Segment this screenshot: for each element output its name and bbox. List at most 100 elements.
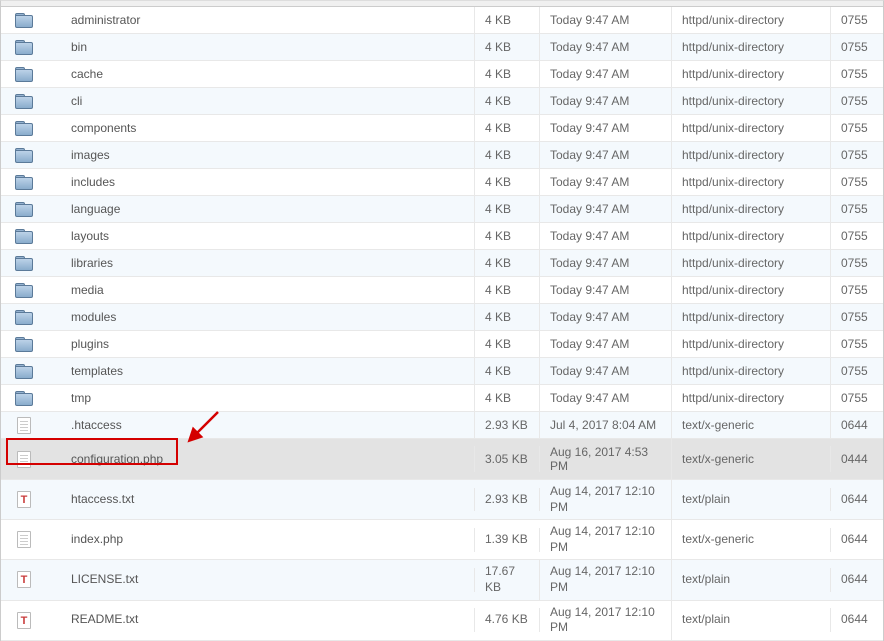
file-name[interactable]: components bbox=[61, 115, 475, 141]
file-permissions: 0444 bbox=[831, 446, 883, 472]
file-modified: Today 9:47 AM bbox=[540, 88, 672, 114]
file-name[interactable]: libraries bbox=[61, 250, 475, 276]
file-mimetype: httpd/unix-directory bbox=[672, 142, 831, 168]
file-modified: Aug 14, 2017 12:10 PM bbox=[540, 520, 672, 559]
table-row[interactable]: cache4 KBToday 9:47 AMhttpd/unix-directo… bbox=[1, 61, 883, 88]
generic-file-icon bbox=[17, 417, 31, 434]
file-name[interactable]: templates bbox=[61, 358, 475, 384]
file-type-icon bbox=[9, 306, 39, 328]
file-name[interactable]: administrator bbox=[61, 7, 475, 33]
folder-icon bbox=[15, 67, 33, 81]
file-name[interactable]: includes bbox=[61, 169, 475, 195]
file-type-icon bbox=[9, 252, 39, 274]
file-permissions: 0644 bbox=[831, 488, 883, 512]
file-name[interactable]: .htaccess bbox=[61, 412, 475, 438]
file-name[interactable]: README.txt bbox=[61, 608, 475, 632]
table-row[interactable]: components4 KBToday 9:47 AMhttpd/unix-di… bbox=[1, 115, 883, 142]
file-mimetype: httpd/unix-directory bbox=[672, 250, 831, 276]
table-row[interactable]: includes4 KBToday 9:47 AMhttpd/unix-dire… bbox=[1, 169, 883, 196]
table-row[interactable]: plugins4 KBToday 9:47 AMhttpd/unix-direc… bbox=[1, 331, 883, 358]
file-permissions: 0755 bbox=[831, 115, 883, 141]
table-row[interactable]: tmp4 KBToday 9:47 AMhttpd/unix-directory… bbox=[1, 385, 883, 412]
folder-icon bbox=[15, 391, 33, 405]
file-size: 1.39 KB bbox=[475, 528, 540, 552]
file-size: 4 KB bbox=[475, 196, 540, 222]
file-name[interactable]: plugins bbox=[61, 331, 475, 357]
file-mimetype: text/x-generic bbox=[672, 446, 831, 472]
file-manager: administrator4 KBToday 9:47 AMhttpd/unix… bbox=[0, 0, 884, 641]
file-modified: Today 9:47 AM bbox=[540, 61, 672, 87]
file-type-icon bbox=[9, 36, 39, 58]
file-permissions: 0755 bbox=[831, 277, 883, 303]
table-row[interactable]: libraries4 KBToday 9:47 AMhttpd/unix-dir… bbox=[1, 250, 883, 277]
file-size: 4 KB bbox=[475, 304, 540, 330]
file-name[interactable]: images bbox=[61, 142, 475, 168]
file-modified: Today 9:47 AM bbox=[540, 277, 672, 303]
table-row[interactable]: htaccess.txt2.93 KBAug 14, 2017 12:10 PM… bbox=[1, 480, 883, 520]
table-row[interactable]: index.php1.39 KBAug 14, 2017 12:10 PMtex… bbox=[1, 520, 883, 560]
file-name[interactable]: htaccess.txt bbox=[61, 488, 475, 512]
table-row[interactable]: configuration.php3.05 KBAug 16, 2017 4:5… bbox=[1, 439, 883, 480]
file-name[interactable]: index.php bbox=[61, 528, 475, 552]
table-row[interactable]: README.txt4.76 KBAug 14, 2017 12:10 PMte… bbox=[1, 601, 883, 641]
file-name[interactable]: modules bbox=[61, 304, 475, 330]
file-type-icon bbox=[9, 144, 39, 166]
file-permissions: 0755 bbox=[831, 358, 883, 384]
table-row[interactable]: LICENSE.txt17.67 KBAug 14, 2017 12:10 PM… bbox=[1, 560, 883, 600]
file-name[interactable]: layouts bbox=[61, 223, 475, 249]
file-mimetype: httpd/unix-directory bbox=[672, 277, 831, 303]
file-mimetype: httpd/unix-directory bbox=[672, 61, 831, 87]
folder-icon bbox=[15, 148, 33, 162]
table-row[interactable]: bin4 KBToday 9:47 AMhttpd/unix-directory… bbox=[1, 34, 883, 61]
file-size: 4 KB bbox=[475, 169, 540, 195]
file-mimetype: httpd/unix-directory bbox=[672, 358, 831, 384]
table-row[interactable]: cli4 KBToday 9:47 AMhttpd/unix-directory… bbox=[1, 88, 883, 115]
table-row[interactable]: layouts4 KBToday 9:47 AMhttpd/unix-direc… bbox=[1, 223, 883, 250]
table-row[interactable]: media4 KBToday 9:47 AMhttpd/unix-directo… bbox=[1, 277, 883, 304]
file-permissions: 0755 bbox=[831, 169, 883, 195]
table-row[interactable]: administrator4 KBToday 9:47 AMhttpd/unix… bbox=[1, 7, 883, 34]
table-row[interactable]: templates4 KBToday 9:47 AMhttpd/unix-dir… bbox=[1, 358, 883, 385]
file-modified: Aug 14, 2017 12:10 PM bbox=[540, 560, 672, 599]
file-modified: Today 9:47 AM bbox=[540, 385, 672, 411]
file-type-icon bbox=[9, 279, 39, 301]
file-mimetype: httpd/unix-directory bbox=[672, 304, 831, 330]
file-name[interactable]: cli bbox=[61, 88, 475, 114]
file-name[interactable]: cache bbox=[61, 61, 475, 87]
file-size: 4 KB bbox=[475, 250, 540, 276]
file-name[interactable]: configuration.php bbox=[61, 446, 475, 472]
file-modified: Today 9:47 AM bbox=[540, 331, 672, 357]
file-type-icon bbox=[9, 447, 39, 472]
folder-icon bbox=[15, 94, 33, 108]
file-size: 4.76 KB bbox=[475, 608, 540, 632]
table-row[interactable]: .htaccess2.93 KBJul 4, 2017 8:04 AMtext/… bbox=[1, 412, 883, 439]
file-modified: Today 9:47 AM bbox=[540, 7, 672, 33]
file-type-icon bbox=[9, 360, 39, 382]
file-name[interactable]: media bbox=[61, 277, 475, 303]
file-modified: Today 9:47 AM bbox=[540, 196, 672, 222]
file-mimetype: httpd/unix-directory bbox=[672, 331, 831, 357]
file-name[interactable]: LICENSE.txt bbox=[61, 568, 475, 592]
file-modified: Jul 4, 2017 8:04 AM bbox=[540, 412, 672, 438]
file-size: 4 KB bbox=[475, 7, 540, 33]
folder-icon bbox=[15, 121, 33, 135]
file-name[interactable]: tmp bbox=[61, 385, 475, 411]
file-name[interactable]: language bbox=[61, 196, 475, 222]
table-row[interactable]: images4 KBToday 9:47 AMhttpd/unix-direct… bbox=[1, 142, 883, 169]
file-permissions: 0755 bbox=[831, 223, 883, 249]
generic-file-icon bbox=[17, 531, 31, 548]
file-permissions: 0755 bbox=[831, 7, 883, 33]
table-row[interactable]: modules4 KBToday 9:47 AMhttpd/unix-direc… bbox=[1, 304, 883, 331]
file-modified: Today 9:47 AM bbox=[540, 304, 672, 330]
file-size: 3.05 KB bbox=[475, 446, 540, 472]
file-permissions: 0755 bbox=[831, 196, 883, 222]
file-mimetype: text/plain bbox=[672, 608, 831, 632]
file-modified: Today 9:47 AM bbox=[540, 142, 672, 168]
file-permissions: 0755 bbox=[831, 385, 883, 411]
file-size: 4 KB bbox=[475, 385, 540, 411]
file-mimetype: httpd/unix-directory bbox=[672, 7, 831, 33]
folder-icon bbox=[15, 256, 33, 270]
file-name[interactable]: bin bbox=[61, 34, 475, 60]
table-row[interactable]: language4 KBToday 9:47 AMhttpd/unix-dire… bbox=[1, 196, 883, 223]
file-type-icon bbox=[9, 171, 39, 193]
